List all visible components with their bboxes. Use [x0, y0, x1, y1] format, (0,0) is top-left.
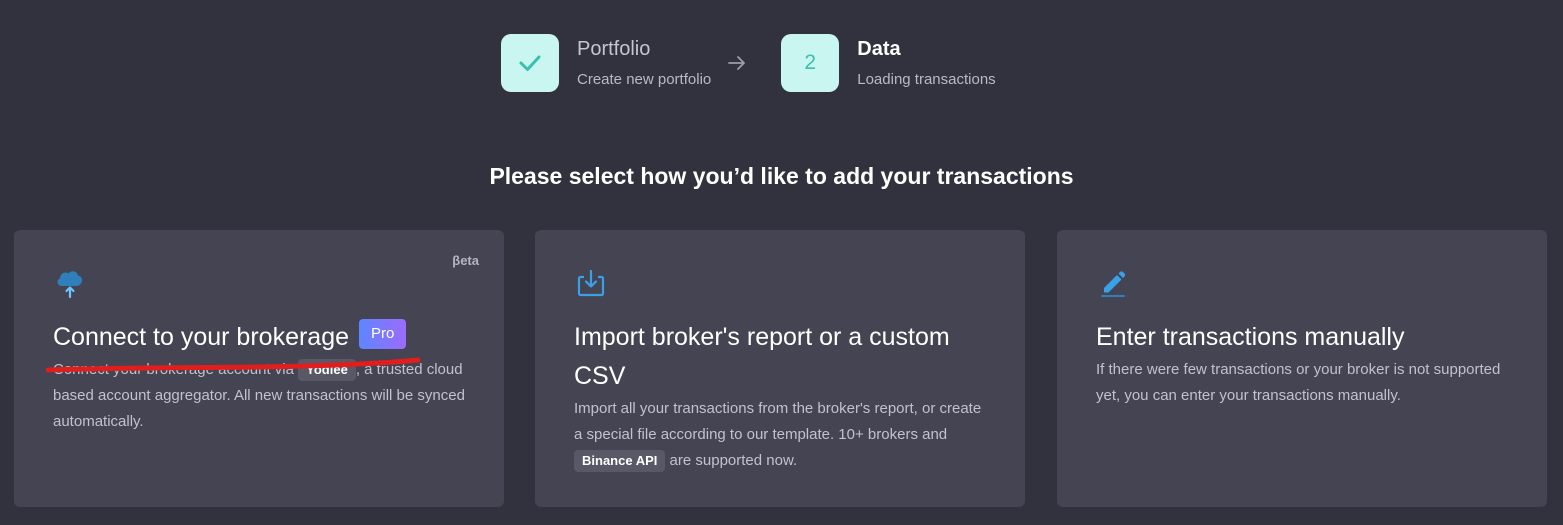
card-description: If there were few transactions or your b…	[1096, 361, 1501, 404]
step-portfolio[interactable]: Portfolio Create new portfolio	[501, 34, 711, 92]
card-title: Enter transactions manually	[1096, 323, 1405, 351]
card-import-report[interactable]: Import broker's report or a custom CSV I…	[535, 230, 1025, 507]
step-number-box: 2	[781, 34, 840, 92]
card-connect-brokerage[interactable]: βeta Connect to your brokerage Pro Connec…	[14, 230, 504, 507]
arrow-right-icon	[727, 53, 747, 73]
card-description: Import all your transactions from the br…	[574, 396, 986, 474]
card-desc-before: Connect your brokerage account via	[53, 361, 299, 378]
beta-label: βeta	[452, 253, 479, 268]
card-desc-before: Import all your transactions from the br…	[574, 400, 982, 443]
step-number: 2	[804, 51, 817, 74]
pro-badge: Pro	[359, 319, 407, 350]
import-icon	[577, 269, 605, 297]
stepper: Portfolio Create new portfolio 2 Data Lo…	[501, 34, 996, 92]
card-description: Connect your brokerage account via Yodle…	[53, 357, 465, 435]
step-title: Portfolio	[577, 38, 651, 60]
cloud-upload-icon	[57, 271, 83, 299]
card-enter-manually[interactable]: Enter transactions manually If there wer…	[1057, 230, 1547, 507]
card-title-text: Connect to your brokerage	[53, 323, 350, 351]
card-title: Import broker's report or a custom CSV	[574, 323, 950, 390]
page-heading: Please select how you’d like to add your…	[489, 163, 1074, 189]
step-title: Data	[857, 38, 901, 60]
card-title: Connect to your brokerage Pro	[53, 318, 465, 357]
step-subtitle: Loading transactions	[857, 71, 996, 88]
step-done-box	[501, 34, 559, 92]
aggregator-chip: Yodlee	[298, 359, 356, 381]
check-icon	[519, 55, 541, 71]
step-subtitle: Create new portfolio	[577, 71, 712, 88]
card-desc-after: are supported now.	[665, 452, 798, 469]
binance-api-chip: Binance API	[574, 450, 666, 472]
pencil-icon	[1101, 271, 1126, 297]
step-data[interactable]: 2 Data Loading transactions	[781, 34, 996, 92]
